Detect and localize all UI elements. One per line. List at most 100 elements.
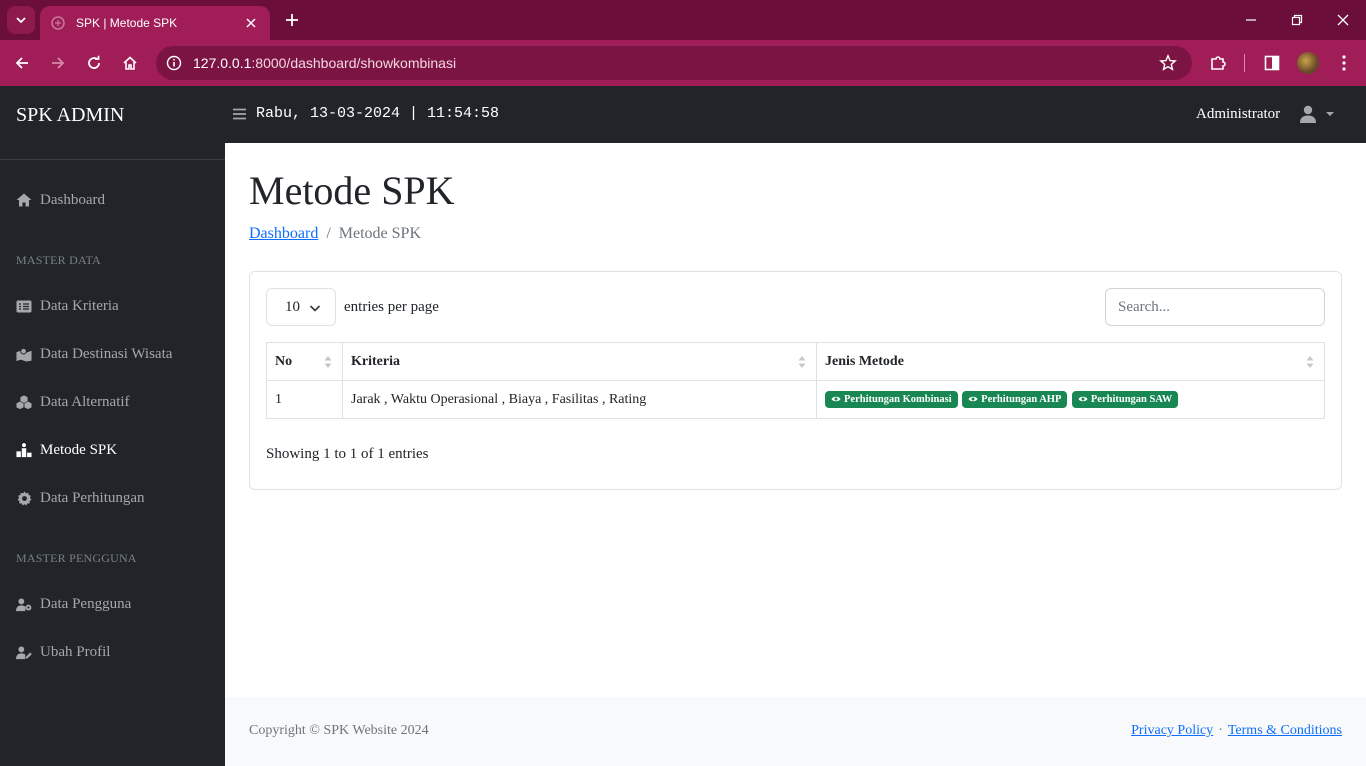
browser-tabbar: SPK | Metode SPK xyxy=(0,0,1366,40)
sidebar-item-label: Data Destinasi Wisata xyxy=(40,345,173,362)
cubes-icon xyxy=(16,394,32,410)
browser-tab-active[interactable]: SPK | Metode SPK xyxy=(40,6,270,40)
sidebar-item-metode-spk[interactable]: Metode SPK xyxy=(16,439,117,461)
restore-button[interactable] xyxy=(1283,6,1311,34)
cell-no: 1 xyxy=(266,380,343,419)
sort-icon xyxy=(1306,356,1314,368)
sidebar: Dashboard MASTER DATA Data Kriteria Data… xyxy=(0,143,225,766)
side-panel-icon xyxy=(1264,55,1280,71)
footer: Copyright © SPK Website 2024 Privacy Pol… xyxy=(225,697,1366,766)
user-icon[interactable] xyxy=(1298,104,1318,124)
close-window-button[interactable] xyxy=(1329,6,1357,34)
sidebar-item-label: Data Perhitungan xyxy=(40,489,145,506)
site-info-icon[interactable] xyxy=(164,53,184,73)
tab-search-button[interactable] xyxy=(7,6,35,34)
close-tab-icon[interactable] xyxy=(242,14,260,32)
sidebar-item-label: Dashboard xyxy=(40,191,105,208)
data-table: No Kriteria Jenis Metode 1 Jarak , Waktu… xyxy=(266,342,1325,419)
sidebar-item-label: Data Pengguna xyxy=(40,595,132,612)
sidebar-item-dashboard[interactable]: Dashboard xyxy=(16,189,105,211)
profile-avatar[interactable] xyxy=(1297,52,1319,74)
page-title: Metode SPK xyxy=(249,168,455,213)
sidebar-item-data-alternatif[interactable]: Data Alternatif xyxy=(16,391,130,413)
entries-per-page-label: entries per page xyxy=(344,299,439,315)
restore-icon xyxy=(1291,14,1303,26)
minimize-button[interactable] xyxy=(1237,6,1265,34)
breadcrumb-link-dashboard[interactable]: Dashboard xyxy=(249,225,318,243)
tab-title: SPK | Metode SPK xyxy=(76,16,178,30)
column-header-label: Kriteria xyxy=(351,353,400,369)
favicon-icon xyxy=(50,15,66,31)
sort-icon xyxy=(798,356,806,368)
kebab-menu-icon xyxy=(1342,55,1346,71)
new-tab-button[interactable] xyxy=(280,8,304,32)
column-header-jenis-metode[interactable]: Jenis Metode xyxy=(816,342,1325,381)
puzzle-icon xyxy=(1211,56,1226,70)
extensions-button[interactable] xyxy=(1204,49,1232,77)
sidebar-item-label: Ubah Profil xyxy=(40,643,111,660)
eye-icon xyxy=(1078,396,1088,402)
address-bar[interactable]: 127.0.0.1:8000/dashboard/showkombinasi xyxy=(156,46,1192,80)
badge-label: Perhitungan AHP xyxy=(981,394,1062,405)
sort-icon xyxy=(324,356,332,368)
table-info: Showing 1 to 1 of 1 entries xyxy=(266,446,429,462)
sidebar-item-data-perhitungan[interactable]: Data Perhitungan xyxy=(16,487,145,509)
sidebar-item-data-destinasi[interactable]: Data Destinasi Wisata xyxy=(16,343,172,365)
sidebar-item-label: Data Alternatif xyxy=(40,393,130,410)
table-header-row: No Kriteria Jenis Metode xyxy=(266,342,1325,381)
caret-down-icon[interactable] xyxy=(1325,110,1335,118)
user-name: Administrator xyxy=(1196,106,1281,122)
privacy-policy-link[interactable]: Privacy Policy xyxy=(1131,723,1213,739)
minimize-icon xyxy=(1246,19,1256,21)
entries-per-page-select[interactable]: 10 xyxy=(266,288,336,326)
breadcrumb-current: Metode SPK xyxy=(338,225,421,242)
table-list-icon xyxy=(16,298,32,314)
eye-icon xyxy=(831,396,841,402)
sidebar-item-label: Metode SPK xyxy=(40,441,118,458)
perhitungan-saw-button[interactable]: Perhitungan SAW xyxy=(1071,391,1179,408)
reload-button[interactable] xyxy=(80,49,108,77)
chevron-down-icon xyxy=(309,305,321,312)
main-content: Metode SPK Dashboard / Metode SPK 10 ent… xyxy=(225,143,1366,697)
entries-per-page-value: 10 xyxy=(285,298,300,315)
close-icon xyxy=(1337,14,1349,26)
back-button[interactable] xyxy=(8,49,36,77)
perhitungan-ahp-button[interactable]: Perhitungan AHP xyxy=(962,391,1068,408)
browser-toolbar: 127.0.0.1:8000/dashboard/showkombinasi xyxy=(0,40,1366,86)
gear-icon xyxy=(16,490,32,506)
breadcrumb: Dashboard / Metode SPK xyxy=(249,225,421,243)
ranking-podium-icon xyxy=(16,442,32,458)
brand-logo[interactable]: SPK ADMIN xyxy=(16,104,124,127)
bookmark-star-icon[interactable] xyxy=(1158,53,1178,73)
home-icon xyxy=(123,56,137,70)
sidebar-item-data-pengguna[interactable]: Data Pengguna xyxy=(16,593,131,615)
side-panel-button[interactable] xyxy=(1258,49,1286,77)
terms-conditions-link[interactable]: Terms & Conditions xyxy=(1228,723,1342,739)
datatable-card: 10 entries per page No Kriteria Jenis Me xyxy=(249,271,1342,490)
sidebar-item-label: Data Kriteria xyxy=(40,297,119,314)
breadcrumb-separator: / xyxy=(326,225,331,242)
perhitungan-kombinasi-button[interactable]: Perhitungan Kombinasi xyxy=(825,391,958,408)
url-text: 127.0.0.1:8000/dashboard/showkombinasi xyxy=(193,55,456,71)
hamburger-icon xyxy=(233,108,246,120)
column-header-no[interactable]: No xyxy=(266,342,343,381)
column-header-kriteria[interactable]: Kriteria xyxy=(342,342,817,381)
arrow-right-icon xyxy=(52,57,65,69)
datetime-clock: Rabu, 13-03-2024 | 11:54:58 xyxy=(256,105,500,122)
sidebar-toggle-button[interactable] xyxy=(233,107,247,121)
table-search-input[interactable] xyxy=(1105,288,1325,326)
column-header-label: No xyxy=(275,353,293,369)
chrome-menu-button[interactable] xyxy=(1330,49,1358,77)
badge-label: Perhitungan Kombinasi xyxy=(844,394,952,405)
sidebar-item-ubah-profil[interactable]: Ubah Profil xyxy=(16,641,110,663)
table-row: 1 Jarak , Waktu Operasional , Biaya , Fa… xyxy=(266,380,1325,419)
arrow-left-icon xyxy=(15,57,28,69)
app-navbar: SPK ADMIN Rabu, 13-03-2024 | 11:54:58 Ad… xyxy=(0,86,1366,143)
cell-jenis-metode: Perhitungan Kombinasi Perhitungan AHP Pe… xyxy=(816,380,1325,419)
forward-button[interactable] xyxy=(44,49,72,77)
map-location-icon xyxy=(16,346,32,362)
copyright-text: Copyright © SPK Website 2024 xyxy=(249,723,429,738)
sidebar-item-data-kriteria[interactable]: Data Kriteria xyxy=(16,295,119,317)
home-button[interactable] xyxy=(116,49,144,77)
plus-icon xyxy=(286,14,298,26)
